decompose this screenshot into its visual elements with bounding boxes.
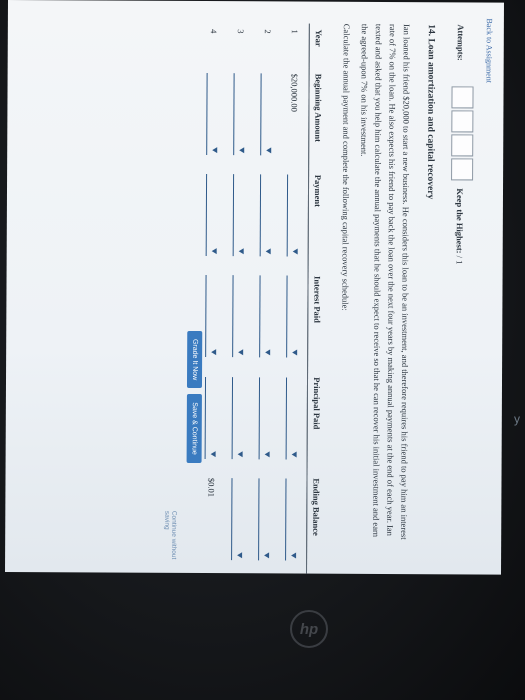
beginning-amount-cell: $20,000.00 [289,73,301,112]
attempts-label: Attempts: [455,24,466,61]
keep-highest: Keep the Highest: / 1 [455,188,465,264]
header-year: Year [309,23,328,68]
interest-paid-dropdown[interactable] [286,275,302,358]
continue-without-saving-link[interactable]: Continue without saving [163,511,177,573]
attempt-box [451,134,474,157]
year-cell: 3 [236,29,247,34]
beginning-amount-dropdown[interactable] [206,73,222,156]
attempt-box [451,158,474,181]
principal-paid-dropdown[interactable] [231,376,248,459]
interest-paid-dropdown[interactable] [232,275,248,358]
principal-paid-dropdown[interactable] [285,377,302,460]
ending-balance-cell: $0.01 [206,477,218,497]
header-ending-balance: Ending Balance [306,472,326,574]
payment-dropdown[interactable] [286,174,303,257]
action-buttons: Grade It Now Save & Continue [186,330,203,469]
back-to-assignment-link[interactable]: Back to Assignment [485,18,494,82]
monitor-screen: hp y Back to Assignment Attempts: Keep t… [0,0,525,700]
attempt-boxes [451,86,474,182]
beginning-amount-dropdown[interactable] [260,73,276,156]
ending-balance-dropdown[interactable] [285,478,301,561]
ending-balance-dropdown[interactable] [231,477,247,561]
header-interest-paid: Interest Paid [307,269,327,372]
keep-highest-label: Keep the Highest: [454,188,466,254]
table-row: 4 $0.01 [198,23,228,573]
principal-paid-dropdown[interactable] [258,376,275,459]
table-header-row: Year Beginning Amount Payment Interest P… [306,23,328,574]
interest-paid-dropdown[interactable] [259,275,275,358]
payment-dropdown[interactable] [205,174,222,257]
save-continue-button[interactable]: Save & Continue [186,394,202,463]
screen-edge-glyph: y [514,412,520,426]
attempt-box [451,86,474,109]
table-row: 2 [252,23,282,573]
year-cell: 1 [290,29,301,34]
principal-paid-dropdown[interactable] [204,376,221,459]
table-row: 1 $20,000.00 [279,23,309,573]
assignment-panel: Back to Assignment Attempts: Keep the Hi… [5,0,504,575]
year-cell: 2 [263,29,274,34]
year-cell: 4 [209,29,220,34]
payment-dropdown[interactable] [232,174,249,257]
grade-it-now-button[interactable]: Grade It Now [186,330,203,389]
interest-paid-dropdown[interactable] [205,275,221,358]
ending-balance-dropdown[interactable] [258,478,274,561]
payment-dropdown[interactable] [259,174,276,257]
table-row: 3 [225,23,255,573]
header-beginning-amount: Beginning Amount [308,67,328,169]
keep-highest-value: / 1 [454,255,465,265]
question-body: Ian loaned his friend $20,000 to start a… [359,23,412,540]
beginning-amount-dropdown[interactable] [233,73,249,156]
header-payment: Payment [308,168,328,271]
question-instruction: Calculate the annual payment and complet… [340,23,352,311]
question-title: 14. Loan amortization and capital recove… [424,24,436,200]
attempt-box [451,110,474,133]
header-principal-paid: Principal Paid [307,371,327,473]
hp-logo-icon: hp [290,610,328,648]
capital-recovery-table: Year Beginning Amount Payment Interest P… [198,23,328,574]
